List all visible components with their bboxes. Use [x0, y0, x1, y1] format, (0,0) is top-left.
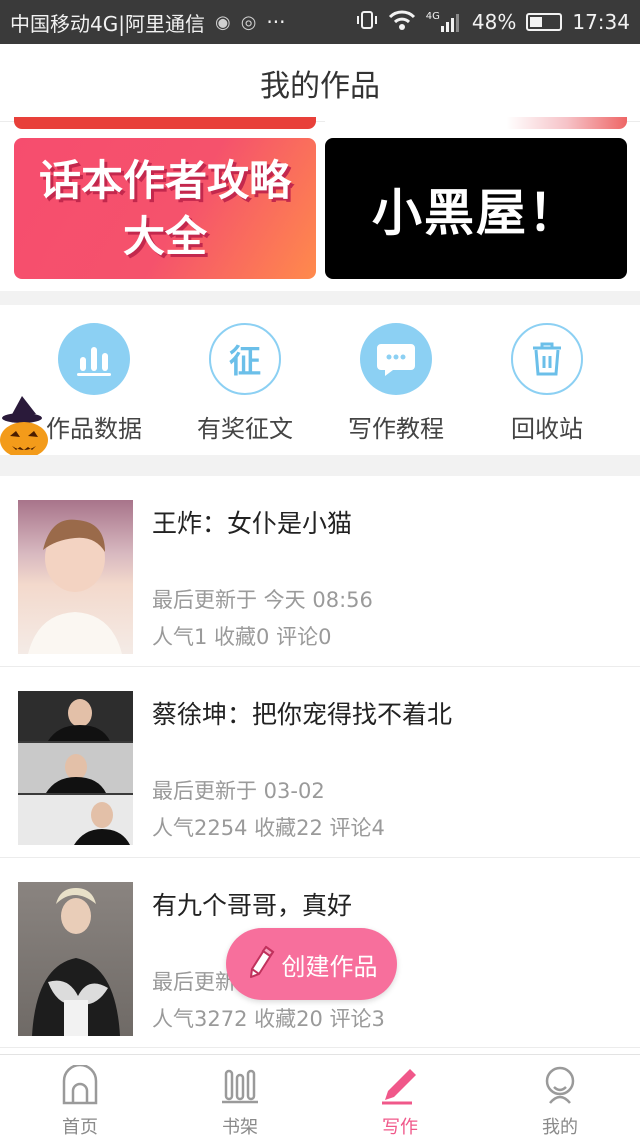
tab-write[interactable]: 写作 [320, 1055, 480, 1138]
work-cover-image [18, 691, 133, 845]
create-work-button[interactable]: 创建作品 [226, 928, 397, 1000]
quick-action-recycle-bin[interactable]: 回收站 [472, 323, 622, 444]
page-title: 我的作品 [260, 68, 380, 104]
work-title: 王炸：女仆是小猫 [152, 509, 353, 538]
work-cover-image [18, 882, 133, 1036]
wifi-icon [388, 9, 416, 36]
battery-percent: 48% [471, 10, 517, 34]
create-work-label: 创建作品 [281, 952, 378, 981]
divider [0, 291, 640, 305]
divider [0, 455, 640, 476]
work-stats: 人气3272 收藏20 评论3 [152, 1007, 385, 1031]
notification-icon-2: ◎ [240, 11, 257, 33]
more-notifications: ··· [266, 10, 286, 34]
banner-author-guide-line2: 大全 [122, 211, 207, 261]
tab-label: 首页 [62, 1117, 98, 1138]
carrier-text: 中国移动4G|阿里通信 [10, 11, 205, 36]
tab-bookshelf[interactable]: 书架 [160, 1055, 320, 1138]
battery-icon [526, 13, 563, 31]
header: 我的作品 [0, 44, 640, 122]
list-item[interactable]: 王炸：女仆是小猫 最后更新于 今天 08:56 人气1 收藏0 评论0 [0, 476, 640, 667]
vibrate-icon [356, 9, 378, 36]
work-cover-image [18, 500, 133, 654]
quick-action-label: 作品数据 [46, 415, 142, 443]
quick-actions: 作品数据 征 有奖征文 写作教程 回收站 [0, 305, 640, 455]
work-title: 蔡徐坤：把你宠得找不着北 [152, 700, 453, 729]
bookshelf-icon [220, 1065, 260, 1109]
clock: 17:34 [572, 10, 630, 34]
tab-profile[interactable]: 我的 [480, 1055, 640, 1138]
quick-action-label: 回收站 [511, 415, 583, 443]
banner-top-left-edge[interactable] [14, 117, 316, 129]
work-updated: 最后更新于 03-02 [152, 779, 325, 803]
notification-icon: ◉ [214, 11, 231, 33]
pen-icon [380, 1065, 420, 1109]
banner-top-right-edge[interactable] [325, 117, 627, 129]
quick-action-contest[interactable]: 征 有奖征文 [170, 323, 320, 444]
work-updated: 最后更新于 今天 08:56 [152, 588, 373, 612]
quick-action-tutorial[interactable]: 写作教程 [321, 323, 471, 444]
tab-label: 书架 [222, 1117, 258, 1138]
quick-action-label: 写作教程 [348, 415, 444, 443]
banner-author-guide-line1: 话本作者攻略 [38, 155, 291, 205]
tab-label: 我的 [542, 1117, 578, 1138]
banner-author-guide[interactable]: 话本作者攻略 大全 [14, 138, 316, 279]
quick-action-label: 有奖征文 [197, 415, 293, 443]
trash-icon [511, 323, 583, 395]
profile-icon [540, 1065, 580, 1109]
tab-label: 写作 [382, 1117, 418, 1138]
banner-dark-room[interactable]: 小黑屋！ [325, 138, 627, 279]
signal-icon: 4G [426, 11, 462, 33]
banner-dark-room-text: 小黑屋！ [372, 183, 580, 242]
contest-glyph: 征 [228, 342, 261, 380]
pencil-icon [246, 944, 276, 984]
tab-home[interactable]: 首页 [0, 1055, 160, 1138]
pumpkin-icon[interactable] [0, 396, 50, 460]
work-stats: 人气1 收藏0 评论0 [152, 625, 332, 649]
bottom-tab-bar: 首页 书架 写作 我的 [0, 1054, 640, 1138]
work-title: 有九个哥哥，真好 [152, 891, 353, 920]
app-screen: 中国移动4G|阿里通信 ◉ ◎ ··· 4G 48% 17:34 我的作品 话本… [0, 0, 640, 1138]
status-bar: 中国移动4G|阿里通信 ◉ ◎ ··· 4G 48% 17:34 [0, 0, 640, 44]
list-item[interactable]: 蔡徐坤：把你宠得找不着北 最后更新于 03-02 人气2254 收藏22 评论4 [0, 667, 640, 858]
network-type: 4G [425, 11, 440, 22]
home-icon [60, 1063, 100, 1109]
contest-icon: 征 [209, 323, 281, 395]
chat-bubble-icon [360, 323, 432, 395]
bar-chart-icon [58, 323, 130, 395]
work-stats: 人气2254 收藏22 评论4 [152, 816, 385, 840]
